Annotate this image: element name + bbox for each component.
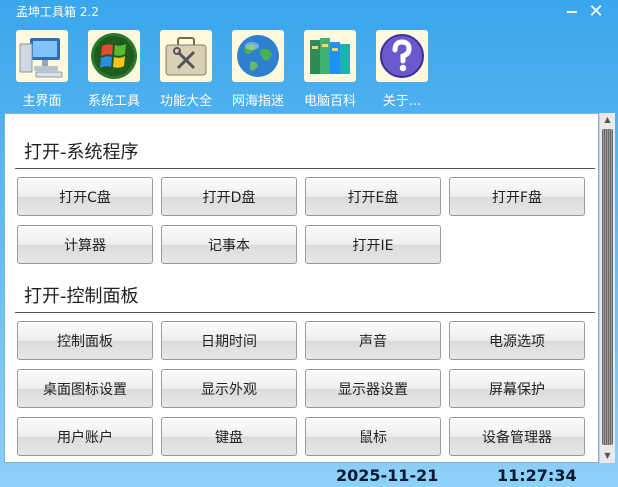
screensaver-button[interactable]: 屏幕保护 [449, 369, 585, 408]
keyboard-button[interactable]: 键盘 [161, 417, 297, 456]
section-title-system-programs: 打开-系统程序 [24, 142, 139, 163]
help-icon [376, 30, 428, 82]
close-button[interactable]: ✕ [586, 2, 606, 22]
mouse-button[interactable]: 鼠标 [305, 417, 441, 456]
open-c-drive-button[interactable]: 打开C盘 [17, 177, 153, 216]
toolbox-icon [160, 30, 212, 82]
windows-logo-icon [88, 30, 140, 82]
scroll-thumb[interactable] [602, 129, 613, 445]
toolbar-label: 电脑百科 [303, 94, 356, 109]
minimize-button[interactable]: − [562, 2, 582, 22]
sound-button[interactable]: 声音 [305, 321, 441, 360]
toolbar-item-encyclopedia[interactable]: 电脑百科 [296, 28, 364, 110]
display-settings-button[interactable]: 显示器设置 [305, 369, 441, 408]
main-window: 孟坤工具箱 2.2 − ✕ 主界面 系统工具 功能大全 网海指迷 电脑百科 关于… [0, 0, 618, 487]
toolbar-label: 功能大全 [159, 94, 212, 109]
appearance-button[interactable]: 显示外观 [161, 369, 297, 408]
section-divider [15, 312, 595, 313]
books-icon [304, 30, 356, 82]
device-manager-button[interactable]: 设备管理器 [449, 417, 585, 456]
toolbar: 主界面 系统工具 功能大全 网海指迷 电脑百科 关于... [8, 28, 618, 110]
user-accounts-button[interactable]: 用户账户 [17, 417, 153, 456]
toolbar-label: 系统工具 [87, 94, 140, 109]
toolbar-item-web-guide[interactable]: 网海指迷 [224, 28, 292, 110]
desktop-icon-settings-button[interactable]: 桌面图标设置 [17, 369, 153, 408]
toolbar-item-about[interactable]: 关于... [368, 28, 436, 110]
status-time: 11:27:34 [497, 466, 577, 485]
calculator-button[interactable]: 计算器 [17, 225, 153, 264]
toolbar-label: 主界面 [22, 94, 62, 109]
computer-icon [16, 30, 68, 82]
open-ie-button[interactable]: 打开IE [305, 225, 441, 264]
globe-icon [232, 30, 284, 82]
open-e-drive-button[interactable]: 打开E盘 [305, 177, 441, 216]
control-panel-button[interactable]: 控制面板 [17, 321, 153, 360]
toolbar-label: 关于... [382, 94, 422, 109]
vertical-scrollbar[interactable]: ▲ ▼ [599, 113, 615, 463]
content-panel: 打开-系统程序 打开C盘 打开D盘 打开E盘 打开F盘 计算器 记事本 打开IE… [4, 113, 599, 463]
toolbar-item-system-tools[interactable]: 系统工具 [80, 28, 148, 110]
date-time-button[interactable]: 日期时间 [161, 321, 297, 360]
section-title-control-panel: 打开-控制面板 [24, 286, 139, 307]
open-f-drive-button[interactable]: 打开F盘 [449, 177, 585, 216]
scroll-down-icon[interactable]: ▼ [600, 449, 615, 463]
scroll-up-icon[interactable]: ▲ [600, 113, 615, 127]
toolbar-item-all-functions[interactable]: 功能大全 [152, 28, 220, 110]
power-options-button[interactable]: 电源选项 [449, 321, 585, 360]
notepad-button[interactable]: 记事本 [161, 225, 297, 264]
status-date: 2025-11-21 [336, 466, 439, 485]
open-d-drive-button[interactable]: 打开D盘 [161, 177, 297, 216]
window-title: 孟坤工具箱 2.2 [16, 5, 99, 19]
section-divider [15, 168, 595, 169]
toolbar-item-home[interactable]: 主界面 [8, 28, 76, 110]
title-bar[interactable]: 孟坤工具箱 2.2 − ✕ [0, 0, 618, 24]
toolbar-label: 网海指迷 [231, 94, 284, 109]
status-bar: 2025-11-21 11:27:34 [0, 464, 618, 487]
